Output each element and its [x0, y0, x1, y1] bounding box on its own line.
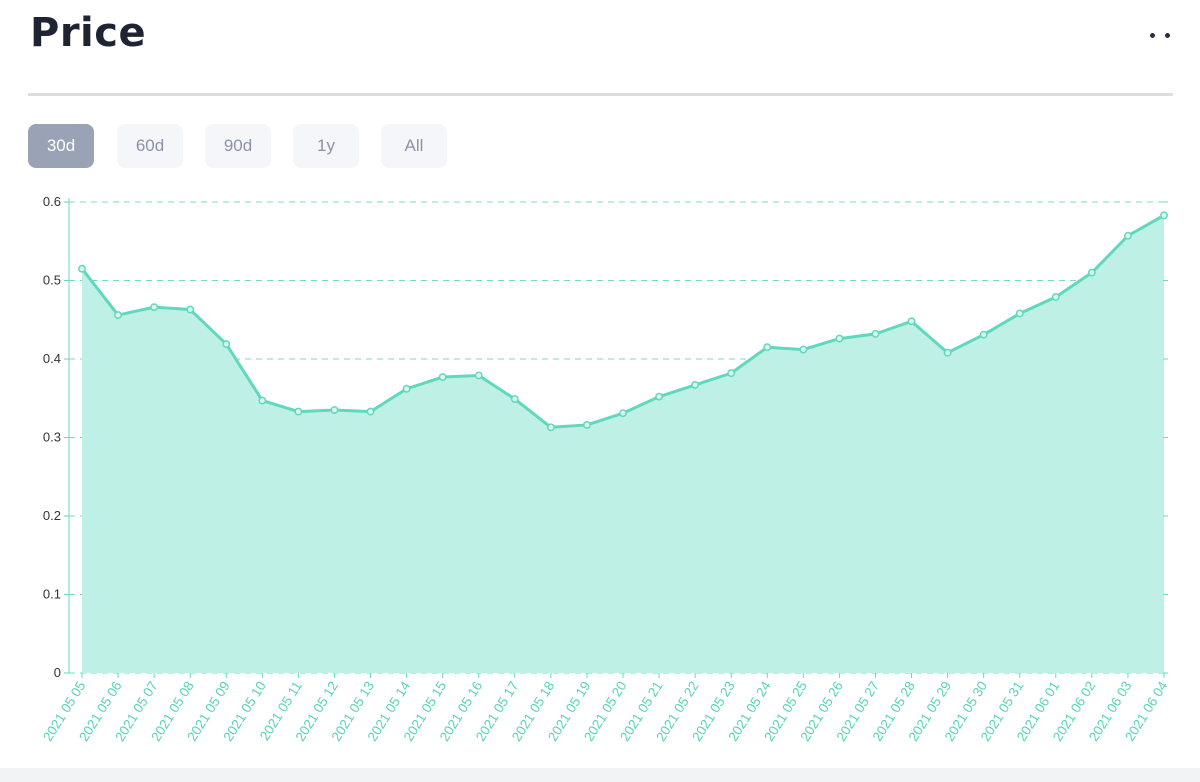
data-point [943, 348, 952, 357]
data-point [763, 343, 772, 352]
data-point [582, 420, 591, 429]
data-point [1123, 231, 1132, 240]
more-options-button[interactable] [1140, 22, 1180, 48]
data-point [114, 311, 123, 319]
tab-1y[interactable]: 1y [293, 124, 359, 168]
data-point [258, 396, 267, 405]
data-point [546, 423, 555, 432]
area-fill [82, 215, 1164, 673]
data-point [835, 334, 844, 343]
data-point [366, 407, 375, 416]
data-point [1051, 293, 1060, 301]
data-point [222, 340, 231, 349]
data-point [907, 317, 916, 326]
data-point [727, 369, 736, 378]
data-point [78, 264, 86, 273]
data-point [474, 371, 483, 380]
header-divider [28, 93, 1173, 96]
data-point [402, 384, 411, 393]
tab-60d[interactable]: 60d [117, 124, 183, 168]
data-point [294, 407, 303, 416]
y-tick-label: 0.5 [43, 273, 61, 288]
data-point [186, 305, 195, 314]
y-tick-label: 0.4 [43, 351, 61, 366]
x-tick-labels: 2021 05 052021 05 062021 05 072021 05 08… [40, 678, 1171, 744]
data-point [655, 392, 664, 401]
y-tick-label: 0.3 [43, 430, 61, 445]
data-point [799, 345, 808, 354]
bottom-strip [0, 768, 1200, 782]
y-tick-label: 0 [54, 665, 61, 680]
y-tick-label: 0.2 [43, 508, 61, 523]
data-point [871, 329, 880, 338]
y-tick-label: 0.6 [43, 194, 61, 209]
data-point [150, 303, 159, 312]
more-dot-icon [1150, 32, 1155, 38]
data-point [619, 409, 627, 418]
data-point [1087, 268, 1096, 277]
data-point [1160, 211, 1168, 220]
tab-30d[interactable]: 30d [28, 124, 94, 168]
area-layer [80, 214, 1165, 673]
data-point [979, 330, 988, 339]
page-title: Price [30, 10, 147, 56]
tab-all[interactable]: All [381, 124, 447, 168]
data-point [691, 380, 700, 389]
more-dot-icon [1165, 32, 1170, 38]
data-point [1015, 309, 1024, 318]
data-point [510, 395, 519, 403]
price-chart: 0 0.1 0.2 0.3 0.4 0.5 0.6 2021 05 052021 05 06… [40, 194, 1171, 744]
data-point [330, 406, 339, 414]
y-tick-label: 0.1 [43, 587, 61, 602]
data-point [438, 373, 447, 382]
tab-90d[interactable]: 90d [205, 124, 271, 168]
y-tick-labels: 0 0.1 0.2 0.3 0.4 0.5 0.6 [43, 194, 61, 680]
